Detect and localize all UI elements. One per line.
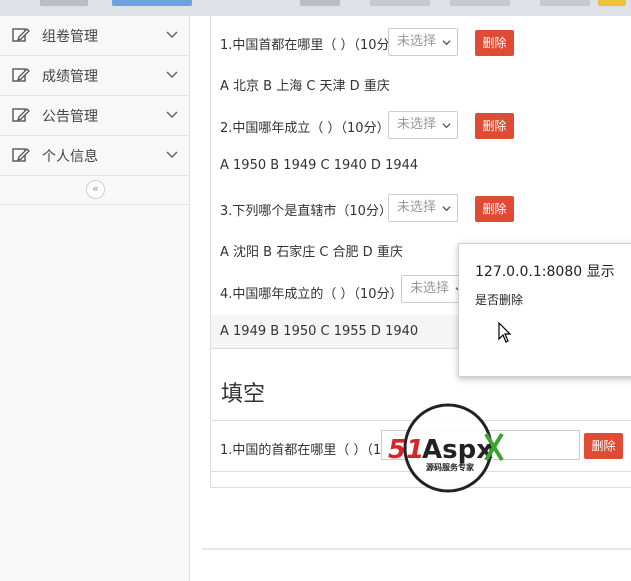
chevron-down-icon	[166, 31, 178, 39]
edit-icon	[12, 68, 30, 82]
dialog-message: 是否删除	[475, 293, 524, 307]
section-title: 填空	[221, 382, 266, 407]
chevron-down-icon	[442, 206, 451, 212]
question-text: 4.中国哪年成立的（ ）（10分）	[220, 287, 403, 302]
bookmark-item[interactable]	[40, 0, 88, 6]
chevron-down-icon	[166, 71, 178, 79]
delete-button[interactable]: 删除	[475, 30, 514, 56]
sidebar-item-personal-info[interactable]: 个人信息	[0, 136, 189, 176]
edit-icon	[12, 108, 30, 122]
bookmark-item[interactable]	[300, 0, 340, 6]
sidebar: 组卷管理 成绩管理 公告管理 个人信息 «	[0, 16, 190, 581]
chevron-down-icon	[166, 111, 178, 119]
bookmark-item[interactable]	[598, 0, 626, 6]
bookmark-item[interactable]	[450, 0, 510, 6]
edit-icon	[12, 28, 30, 42]
question-text: 3.下列哪个是直辖市（10分）	[220, 204, 392, 219]
sidebar-item-notice-management[interactable]: 公告管理	[0, 96, 189, 136]
chevron-down-icon	[442, 40, 451, 46]
delete-button[interactable]: 删除	[475, 196, 514, 222]
answer-select-value: 未选择	[410, 281, 450, 296]
browser-bookmark-bar	[0, 0, 631, 17]
options-text: A 1950 B 1949 C 1940 D 1944	[220, 158, 419, 173]
chevron-down-icon	[166, 151, 178, 159]
bookmark-item[interactable]	[370, 0, 430, 6]
options-row: A 北京 B 上海 C 天津 D 重庆	[211, 66, 631, 100]
answer-select-value: 未选择	[397, 34, 437, 49]
options-text: A 沈阳 B 石家庄 C 合肥 D 重庆	[220, 245, 403, 260]
bookmark-item[interactable]	[540, 0, 590, 6]
confirm-dialog: 127.0.0.1:8080 显示 是否删除	[458, 243, 631, 377]
options-text: A 1949 B 1950 C 1955 D 1940	[220, 324, 419, 339]
bookmark-item[interactable]	[112, 0, 192, 6]
options-row: A 1950 B 1949 C 1940 D 1944	[211, 149, 631, 183]
question-row: 2.中国哪年成立（ ）（10分） 未选择 删除	[211, 99, 631, 150]
svg-text:Aspx: Aspx	[422, 435, 493, 465]
chevron-down-icon	[442, 123, 451, 129]
brand-watermark-logo: 51 Aspx 源码服务专家	[388, 403, 504, 493]
divider	[202, 548, 631, 550]
question-text: 2.中国哪年成立（ ）（10分）	[220, 121, 390, 136]
answer-select[interactable]: 未选择	[388, 111, 458, 139]
delete-button[interactable]: 删除	[584, 433, 623, 459]
answer-select-value: 未选择	[397, 200, 437, 215]
edit-icon	[12, 148, 30, 162]
options-text: A 北京 B 上海 C 天津 D 重庆	[220, 79, 390, 94]
svg-text:51: 51	[388, 435, 424, 465]
question-text: 1.中国首都在哪里（ ）（10分）	[220, 38, 403, 53]
answer-select-value: 未选择	[397, 117, 437, 132]
answer-select[interactable]: 未选择	[388, 28, 458, 56]
sidebar-collapse-button[interactable]: «	[86, 180, 105, 199]
sidebar-collapse-row: «	[0, 176, 189, 205]
sidebar-item-score-management[interactable]: 成绩管理	[0, 56, 189, 96]
sidebar-item-paper-management[interactable]: 组卷管理	[0, 16, 189, 56]
svg-text:源码服务专家: 源码服务专家	[426, 462, 475, 472]
mouse-cursor-icon	[498, 322, 512, 343]
question-row: 3.下列哪个是直辖市（10分） 未选择 删除	[211, 182, 631, 233]
sidebar-item-label: 公告管理	[42, 109, 98, 125]
answer-select[interactable]: 未选择	[388, 194, 458, 222]
question-row: 1.中国首都在哪里（ ）（10分） 未选择 删除	[211, 16, 631, 67]
sidebar-item-label: 个人信息	[42, 149, 98, 165]
delete-button[interactable]: 删除	[475, 113, 514, 139]
sidebar-item-label: 组卷管理	[42, 29, 98, 45]
sidebar-item-label: 成绩管理	[42, 69, 98, 85]
dialog-title: 127.0.0.1:8080 显示	[475, 264, 615, 280]
